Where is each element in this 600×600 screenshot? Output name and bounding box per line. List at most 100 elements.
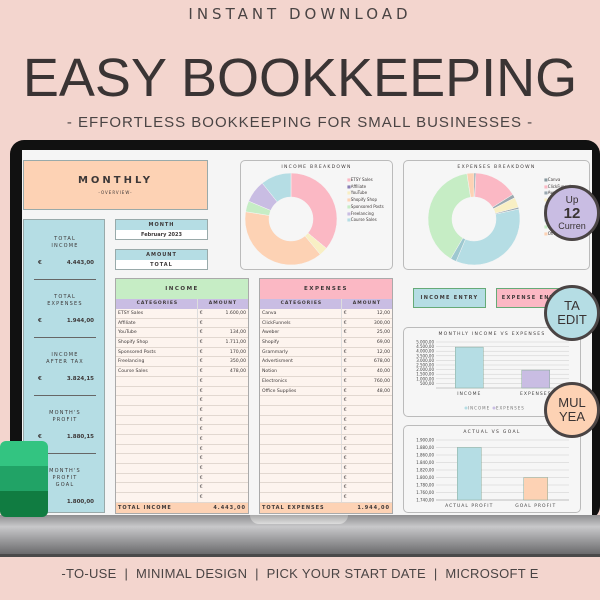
table-row[interactable]: € [260,464,392,474]
table-row[interactable]: ClickFunnels €300,00 [260,318,392,329]
amount-cell[interactable]: 300,00 [374,319,390,328]
category-cell[interactable] [116,376,198,386]
table-row[interactable]: € [260,434,392,445]
category-cell[interactable] [260,434,342,444]
category-cell[interactable]: Course Sales [116,367,198,376]
category-cell[interactable]: Electronics [260,376,342,386]
table-row[interactable]: € [116,425,248,435]
category-cell[interactable] [116,483,198,493]
table-row[interactable]: € [116,483,248,494]
table-row[interactable]: € [116,444,248,455]
category-cell[interactable]: Advertisment [260,357,342,367]
table-row[interactable]: Grammarly €12,00 [260,347,392,358]
category-cell[interactable] [116,493,198,502]
table-row[interactable]: € [260,405,392,416]
amount-cell[interactable]: 12,00 [377,309,390,318]
amount-cell[interactable]: 760,00 [374,377,390,386]
amount-cell[interactable]: 40,00 [377,367,390,376]
category-cell[interactable]: ClickFunnels [260,318,342,328]
amount-cell[interactable]: 170,00 [230,348,246,357]
category-cell[interactable] [116,464,198,473]
table-row[interactable]: € [116,434,248,445]
category-cell[interactable] [260,473,342,483]
table-row[interactable]: € [260,425,392,435]
amount-cell[interactable]: 1.600,00 [226,309,246,318]
month-value[interactable]: February 2023 [116,230,207,240]
category-cell[interactable]: Notion [260,367,342,376]
category-cell[interactable]: Affiliate [116,318,198,328]
category-cell[interactable]: Grammarly [260,347,342,357]
table-row[interactable]: € [116,376,248,387]
category-cell[interactable] [260,454,342,463]
category-cell[interactable] [116,405,198,415]
amount-cell[interactable]: 678,00 [374,357,390,366]
amount-cell[interactable]: 48,00 [377,387,390,396]
table-row[interactable]: Freelancing €350,00 [116,357,248,368]
category-cell[interactable]: Office Supplies [260,386,342,396]
category-cell[interactable] [260,415,342,425]
category-cell[interactable] [260,405,342,415]
income-entry-button[interactable]: INCOME ENTRY [413,288,486,308]
table-row[interactable]: € [116,464,248,474]
category-cell[interactable] [116,473,198,483]
category-cell[interactable]: ETSY Sales [116,309,198,318]
category-cell[interactable] [260,493,342,502]
table-row[interactable]: € [116,405,248,416]
category-cell[interactable]: Canva [260,309,342,318]
category-cell[interactable] [116,444,198,454]
amount-cell[interactable]: 12,00 [377,348,390,357]
category-cell[interactable]: Aweber [260,328,342,338]
table-row[interactable]: Electronics €760,00 [260,376,392,387]
table-row[interactable]: Shopify €69,00 [260,338,392,348]
amount-cell[interactable]: 1.711,00 [226,338,246,347]
category-cell[interactable] [260,396,342,405]
amount-cell[interactable]: 134,00 [230,328,246,337]
month-selector[interactable]: MONTH February 2023 [115,219,208,240]
category-cell[interactable] [116,425,198,434]
amount-cell[interactable]: 350,00 [230,357,246,366]
category-cell[interactable]: YouTube [116,328,198,338]
table-row[interactable]: Shopify Shop €1.711,00 [116,338,248,348]
table-row[interactable]: Aweber €25,00 [260,328,392,339]
table-row[interactable]: Office Supplies €48,00 [260,386,392,397]
category-cell[interactable]: Sponsored Posts [116,347,198,357]
table-row[interactable]: € [116,386,248,397]
table-row[interactable]: € [116,493,248,503]
category-cell[interactable] [116,454,198,463]
category-cell[interactable] [116,386,198,396]
table-row[interactable]: Sponsored Posts €170,00 [116,347,248,358]
table-row[interactable]: Course Sales €478,00 [116,367,248,377]
category-cell[interactable] [260,464,342,473]
category-cell[interactable] [116,415,198,425]
table-row[interactable]: € [260,444,392,455]
table-row[interactable]: € [260,415,392,426]
table-row[interactable]: Advertisment €678,00 [260,357,392,368]
table-row[interactable]: € [116,473,248,484]
amount-cell[interactable]: 478,00 [230,367,246,376]
table-row[interactable]: Notion €40,00 [260,367,392,377]
table-row[interactable]: € [260,396,392,406]
category-cell[interactable]: Shopify [260,338,342,347]
table-row[interactable]: € [260,454,392,464]
table-row[interactable]: € [116,454,248,464]
table-row[interactable]: € [116,396,248,406]
table-row[interactable]: YouTube €134,00 [116,328,248,339]
category-cell[interactable] [116,396,198,405]
monthly-overview-header: MONTHLY -OVERVIEW- [23,160,208,210]
amount-cell[interactable]: 25,00 [377,328,390,337]
category-cell[interactable] [260,425,342,434]
table-row[interactable]: € [260,493,392,503]
category-cell[interactable]: Freelancing [116,357,198,367]
table-row[interactable]: Canva €12,00 [260,309,392,319]
expenses-donut [427,172,521,266]
category-cell[interactable] [260,444,342,454]
amount-cell[interactable]: 69,00 [377,338,390,347]
table-row[interactable]: € [116,415,248,426]
table-row[interactable]: € [260,483,392,494]
category-cell[interactable] [116,434,198,444]
category-cell[interactable] [260,483,342,493]
table-row[interactable]: € [260,473,392,484]
table-row[interactable]: Affiliate € [116,318,248,329]
table-row[interactable]: ETSY Sales €1.600,00 [116,309,248,319]
category-cell[interactable]: Shopify Shop [116,338,198,347]
